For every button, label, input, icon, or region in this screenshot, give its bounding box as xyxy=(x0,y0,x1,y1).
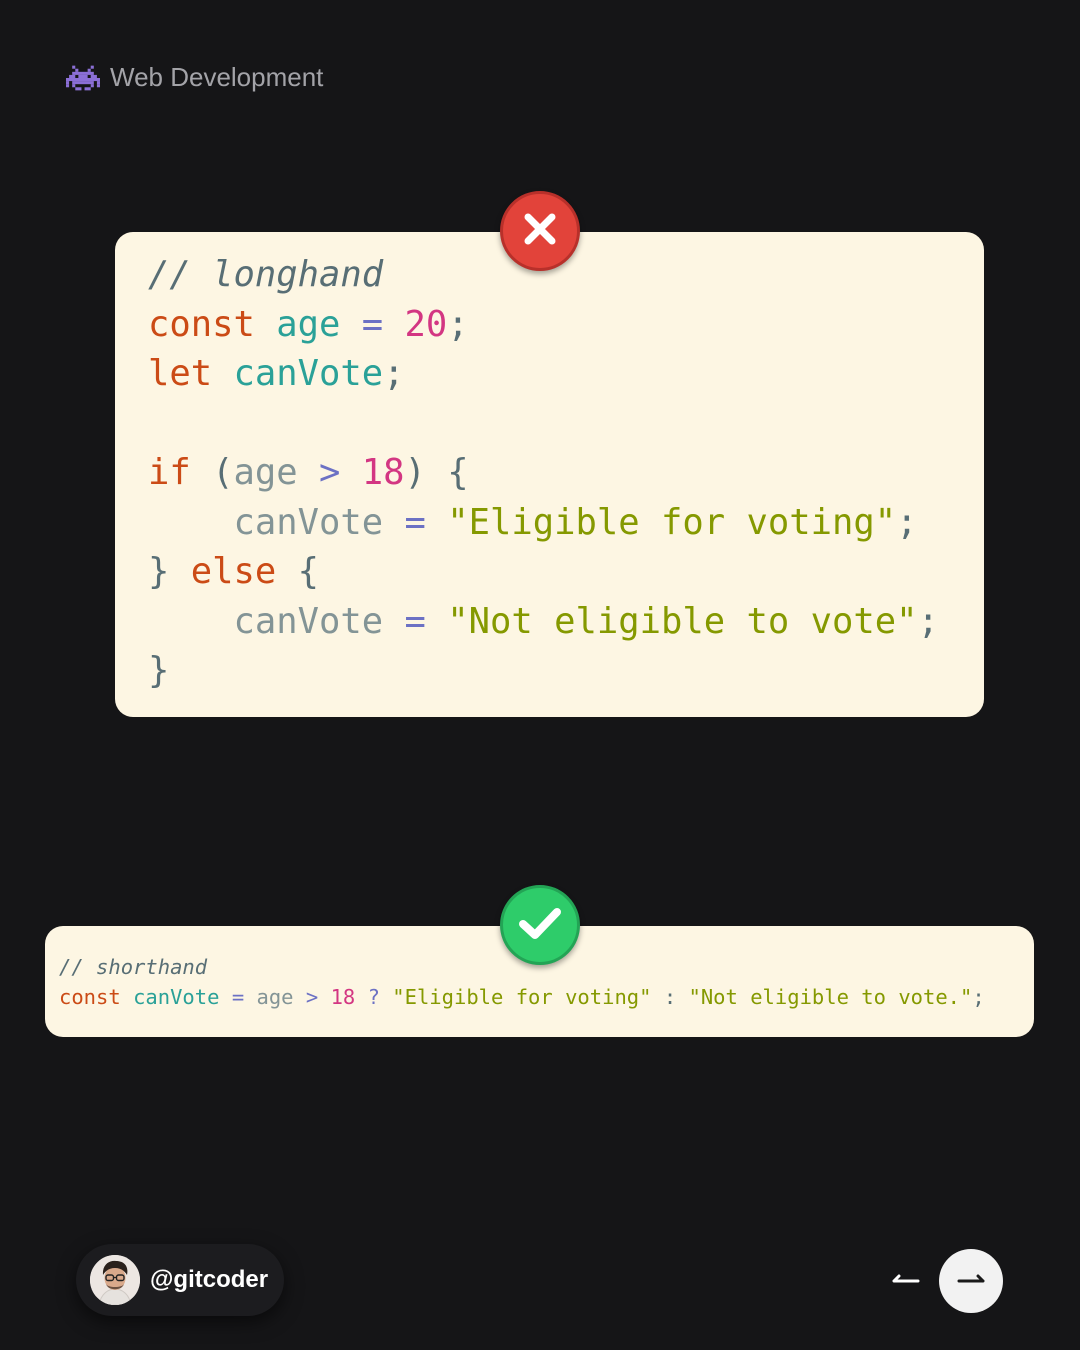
cross-icon xyxy=(520,209,560,254)
author-handle: @gitcoder xyxy=(150,1266,269,1293)
code-comment: // longhand xyxy=(148,254,384,295)
keyword: else xyxy=(190,551,277,592)
longhand-code-block: // longhand const age = 20; let canVote; i… xyxy=(148,250,984,696)
operator: = xyxy=(361,303,384,345)
check-icon xyxy=(517,903,563,948)
avatar xyxy=(90,1255,140,1305)
channel-header: Web Development xyxy=(66,62,323,93)
brace: } xyxy=(148,551,170,592)
brace: { xyxy=(447,452,469,493)
channel-title: Web Development xyxy=(110,62,324,92)
identifier: age xyxy=(256,985,294,1009)
punctuation: ( xyxy=(212,452,234,493)
number-literal: 20 xyxy=(404,303,448,345)
variable: age xyxy=(276,303,341,345)
keyword: let xyxy=(148,353,213,394)
brace: } xyxy=(148,650,170,691)
author-badge[interactable]: @gitcoder xyxy=(76,1244,284,1316)
code-line: if (age > 18) { xyxy=(148,448,984,498)
keyword: const xyxy=(148,303,255,345)
operator: = xyxy=(404,600,426,642)
string-literal: "Not eligible to vote." xyxy=(688,985,973,1009)
keyword: if xyxy=(148,452,191,493)
punctuation: ; xyxy=(917,600,939,642)
next-button[interactable] xyxy=(939,1249,1003,1313)
identifier: canVote xyxy=(233,600,384,642)
incorrect-badge xyxy=(500,191,580,271)
string-literal: "Eligible for voting" xyxy=(447,501,897,543)
operator: : xyxy=(663,985,677,1009)
punctuation: ; xyxy=(972,985,985,1009)
variable: canVote xyxy=(233,353,384,394)
previous-button[interactable] xyxy=(892,1272,920,1288)
punctuation: ; xyxy=(383,353,405,394)
code-line: let canVote; xyxy=(148,349,984,399)
operator: > xyxy=(319,452,341,493)
operator: > xyxy=(305,985,319,1009)
code-line: } else { xyxy=(148,547,984,597)
code-comment: // shorthand xyxy=(59,955,208,979)
code-line: const canVote = age > 18 ? "Eligible for… xyxy=(59,982,1034,1012)
punctuation: ; xyxy=(447,303,469,345)
keyword: const xyxy=(59,985,121,1009)
operator: = xyxy=(404,501,426,543)
code-line: canVote = "Eligible for voting"; xyxy=(148,498,984,548)
arrow-right-icon xyxy=(957,1271,985,1292)
arrow-left-icon xyxy=(892,1274,920,1292)
operator: ? xyxy=(367,985,380,1009)
punctuation: ; xyxy=(896,501,918,543)
correct-badge xyxy=(500,885,580,965)
identifier: canVote xyxy=(233,501,384,543)
brace: { xyxy=(297,551,319,592)
space-invader-icon xyxy=(66,63,100,93)
longhand-code-card: // longhand const age = 20; let canVote; i… xyxy=(115,232,984,717)
operator: = xyxy=(231,985,245,1009)
code-line: } xyxy=(148,646,984,696)
number-literal: 18 xyxy=(361,452,405,493)
punctuation: ) xyxy=(404,452,426,493)
code-line: const age = 20; xyxy=(148,300,984,350)
string-literal: "Not eligible to vote" xyxy=(447,600,918,642)
code-line: canVote = "Not eligible to vote"; xyxy=(148,597,984,647)
number-literal: 18 xyxy=(330,985,356,1009)
string-literal: "Eligible for voting" xyxy=(392,985,652,1009)
identifier: age xyxy=(233,452,298,493)
variable: canVote xyxy=(133,985,220,1009)
